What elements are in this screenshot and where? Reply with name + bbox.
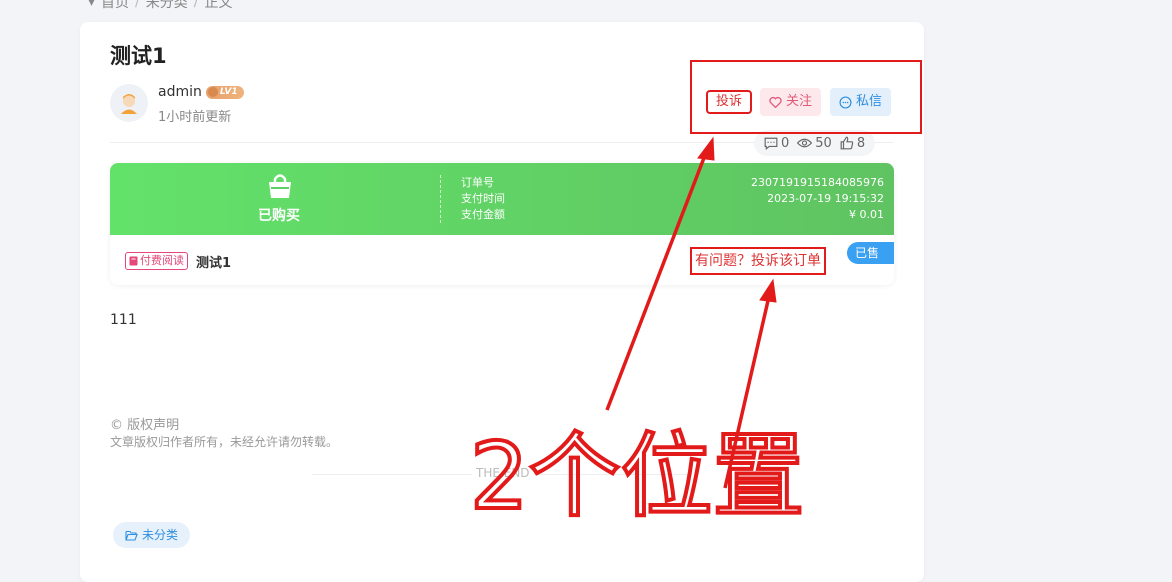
author-line: admin LV1: [158, 84, 244, 100]
folder-icon: [125, 530, 138, 541]
order-number-value: 2307191915184085976: [751, 176, 884, 189]
order-item-name[interactable]: 测试1: [196, 252, 231, 271]
post-title: 测试1: [110, 44, 167, 68]
comment-count-value: 0: [781, 135, 790, 151]
complain-order-link[interactable]: 有问题？投诉该订单: [690, 247, 826, 275]
breadcrumb: ▾ 首页 / 未分类 / 正文: [88, 0, 232, 12]
updated-time: 1小时前更新: [158, 110, 232, 125]
location-icon: ▾: [88, 0, 96, 10]
annotation-box-actions: [690, 60, 922, 134]
category-tag[interactable]: 未分类: [113, 522, 191, 548]
paid-reading-tag: 付费阅读: [125, 252, 188, 270]
breadcrumb-current: 正文: [204, 0, 233, 11]
copyright-heading: © 版权声明: [110, 418, 180, 433]
shopping-bag-icon: [269, 174, 291, 198]
order-labels: 订单号 支付时间 支付金额: [461, 175, 505, 223]
order-number-label: 订单号: [461, 176, 494, 189]
level-badge: LV1: [205, 85, 244, 99]
the-end-label: THE END: [472, 466, 534, 480]
category-tag-label: 未分类: [142, 528, 179, 542]
like-count-value: 8: [856, 135, 866, 151]
breadcrumb-category[interactable]: 未分类: [146, 0, 188, 12]
sold-count-badge: 已售 1: [847, 242, 894, 282]
view-count-value: 50: [815, 135, 832, 151]
book-icon: [129, 256, 138, 266]
avatar[interactable]: [110, 84, 148, 122]
view-count: 50: [797, 136, 832, 151]
thumbs-up-icon: [840, 136, 854, 150]
order-values: 2307191915184085976 2023-07-19 19:15:32 …: [751, 175, 884, 223]
order-header: 已购买 订单号 支付时间 支付金额 2307191915184085976 20…: [110, 163, 894, 235]
pay-amount-value: ¥ 0.01: [849, 208, 884, 221]
eye-icon: [797, 138, 813, 148]
pay-time-label: 支付时间: [461, 192, 505, 205]
post-content: 111: [110, 312, 137, 328]
pay-amount-label: 支付金额: [461, 208, 505, 221]
order-header-separator: [440, 175, 441, 223]
comment-count[interactable]: 0: [764, 136, 789, 151]
breadcrumb-separator: /: [135, 0, 140, 10]
comment-icon: [764, 137, 778, 150]
like-count[interactable]: 8: [840, 136, 865, 151]
breadcrumb-separator: /: [193, 0, 199, 10]
breadcrumb-home[interactable]: 首页: [101, 0, 129, 12]
copyright-text: 文章版权归作者所有，未经允许请勿转载。: [110, 435, 339, 449]
avatar-icon: [121, 94, 137, 114]
purchased-status: 已购买: [258, 208, 300, 224]
pay-time-value: 2023-07-19 19:15:32: [767, 192, 884, 205]
author-name[interactable]: admin: [158, 84, 202, 100]
order-card: 已购买 订单号 支付时间 支付金额 2307191915184085976 20…: [110, 163, 894, 285]
paid-reading-label: 付费阅读: [140, 254, 184, 267]
